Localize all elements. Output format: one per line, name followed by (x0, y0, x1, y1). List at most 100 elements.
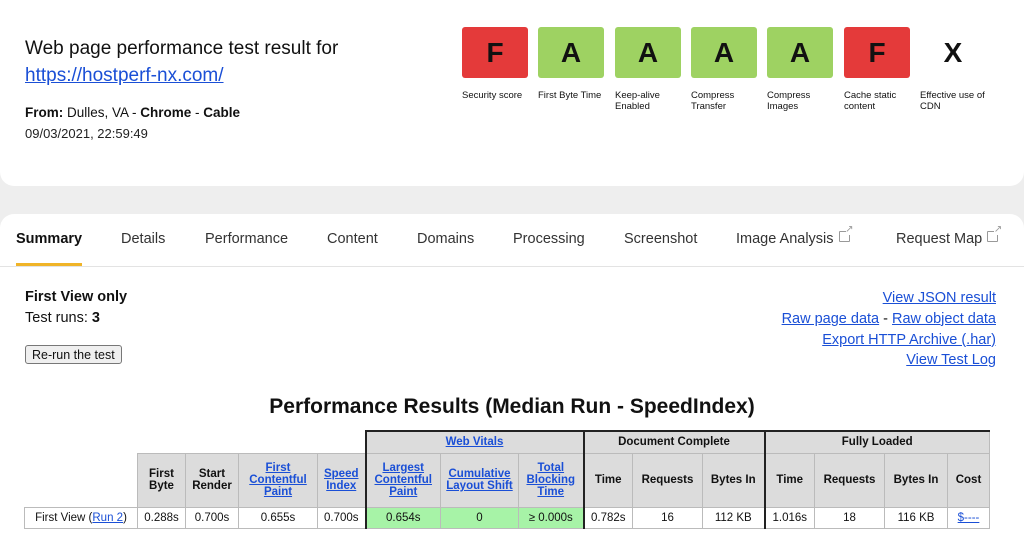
result-links: View JSON result Raw page data - Raw obj… (782, 288, 996, 371)
col-fcp: First Contentful Paint (238, 452, 318, 508)
group-fully-loaded: Fully Loaded (763, 430, 990, 454)
tab-content[interactable]: Content (327, 231, 378, 247)
grade-cdn[interactable]: X Effective use of CDN (920, 27, 997, 113)
group-web-vitals: Web Vitals (364, 430, 585, 454)
tbt-value: ≥ 0.000s (518, 506, 585, 529)
tab-performance[interactable]: Performance (205, 231, 288, 247)
view-json-link[interactable]: View JSON result (883, 290, 996, 306)
web-vitals-link[interactable]: Web Vitals (446, 436, 504, 448)
col-full-bytes: Bytes In (884, 452, 948, 508)
grade-letter: A (615, 27, 681, 78)
col-full-requests: Requests (814, 452, 885, 508)
cost-value: $---- (947, 506, 990, 529)
tab-screenshot[interactable]: Screenshot (624, 231, 697, 247)
export-har-link[interactable]: Export HTTP Archive (.har) (822, 332, 996, 348)
grade-label: Security score (462, 90, 523, 101)
grade-first-byte[interactable]: A First Byte Time (538, 27, 615, 101)
view-test-log-link[interactable]: View Test Log (906, 352, 996, 368)
test-location: From: Dulles, VA - Chrome - Cable (25, 105, 240, 120)
tab-details[interactable]: Details (121, 231, 165, 247)
grade-security[interactable]: F Security score (462, 27, 539, 101)
tab-domains[interactable]: Domains (417, 231, 474, 247)
row-label-suffix: ) (123, 511, 127, 524)
grade-letter: A (691, 27, 757, 78)
grade-label: Compress Transfer (691, 90, 735, 112)
row-label-prefix: First View ( (35, 511, 93, 524)
lcp-link[interactable]: Largest Contentful Paint (375, 462, 432, 498)
tab-label: Request Map (896, 231, 983, 247)
group-document-complete: Document Complete (583, 430, 765, 454)
col-full-time: Time (763, 452, 815, 508)
start-render-value: 0.700s (185, 506, 239, 529)
fcp-value: 0.655s (238, 506, 318, 529)
tab-request-map[interactable]: Request Map (896, 224, 1002, 247)
grade-label: Effective use of CDN (920, 90, 985, 112)
row-label-header (24, 453, 138, 508)
grade-letter: A (767, 27, 833, 78)
col-lcp: Largest Contentful Paint (364, 452, 441, 508)
grade-compress-transfer[interactable]: A Compress Transfer (691, 27, 768, 112)
full-requests-value: 18 (814, 506, 885, 529)
grade-label: First Byte Time (538, 90, 602, 101)
cls-value: 0 (440, 506, 519, 529)
performance-results-table: Web Vitals Document Complete Fully Loade… (24, 430, 990, 529)
test-runs: Test runs: 3 (25, 310, 100, 326)
grade-letter: F (844, 27, 910, 78)
external-link-icon (838, 224, 854, 242)
from-label: From: (25, 105, 64, 120)
col-first-byte: First Byte (137, 452, 186, 508)
tbt-link[interactable]: Total Blocking Time (526, 462, 575, 498)
grade-letter: A (538, 27, 604, 78)
test-runs-value: 3 (91, 310, 100, 326)
grade-compress-images[interactable]: A Compress Images (767, 27, 844, 112)
col-doc-bytes: Bytes In (702, 452, 765, 508)
tab-processing[interactable]: Processing (513, 231, 585, 247)
cls-link[interactable]: Cumulative Layout Shift (446, 468, 512, 492)
speed-index-link[interactable]: Speed Index (324, 468, 359, 492)
results-panel: Summary Details Performance Content Doma… (0, 214, 1024, 538)
rerun-test-button[interactable]: Re-run the test (25, 345, 122, 364)
test-date: 09/03/2021, 22:59:49 (25, 126, 148, 141)
test-runs-label: Test runs: (25, 310, 92, 326)
col-speed-index: Speed Index (317, 452, 366, 508)
header-spacer (24, 431, 366, 453)
row-label: First View (Run 2) (24, 506, 138, 529)
cost-link[interactable]: $---- (958, 512, 980, 524)
link-separator: - (879, 310, 893, 327)
run-link[interactable]: Run 2 (92, 512, 123, 524)
grade-keep-alive[interactable]: A Keep-alive Enabled (615, 27, 692, 112)
grade-cache-static[interactable]: F Cache static content (844, 27, 921, 112)
tab-summary[interactable]: Summary (16, 231, 82, 247)
page-title: Web page performance test result for (25, 38, 339, 59)
grade-label: Keep-alive Enabled (615, 90, 660, 112)
doc-bytes-value: 112 KB (702, 506, 765, 529)
full-time-value: 1.016s (763, 506, 815, 529)
connection-text: Cable (203, 105, 241, 120)
grade-label: Cache static content (844, 90, 897, 112)
col-doc-time: Time (583, 452, 633, 508)
col-doc-requests: Requests (632, 452, 703, 508)
test-summary-header: Web page performance test result for htt… (0, 0, 1024, 186)
col-cls: Cumulative Layout Shift (440, 452, 519, 508)
grade-letter: F (462, 27, 528, 78)
col-tbt: Total Blocking Time (518, 452, 585, 508)
speed-index-value: 0.700s (317, 506, 366, 529)
doc-time-value: 0.782s (583, 506, 633, 529)
first-view-heading: First View only (25, 289, 128, 305)
first-byte-value: 0.288s (137, 506, 186, 529)
tab-label: Image Analysis (736, 231, 834, 247)
full-bytes-value: 116 KB (884, 506, 948, 529)
tab-image-analysis[interactable]: Image Analysis (736, 224, 854, 247)
grade-label: Compress Images (767, 90, 811, 112)
browser-text: Chrome (140, 105, 192, 120)
fcp-link[interactable]: First Contentful Paint (249, 462, 306, 498)
raw-page-data-link[interactable]: Raw page data (782, 311, 880, 327)
tested-url-link[interactable]: https://hostperf-nx.com/ (25, 65, 224, 87)
active-tab-indicator (16, 263, 82, 266)
lcp-value: 0.654s (364, 506, 441, 529)
col-cost: Cost (947, 452, 990, 508)
external-link-icon (987, 224, 1002, 242)
doc-requests-value: 16 (632, 506, 703, 529)
raw-object-data-link[interactable]: Raw object data (892, 311, 996, 327)
results-title: Performance Results (Median Run - SpeedI… (269, 395, 755, 418)
